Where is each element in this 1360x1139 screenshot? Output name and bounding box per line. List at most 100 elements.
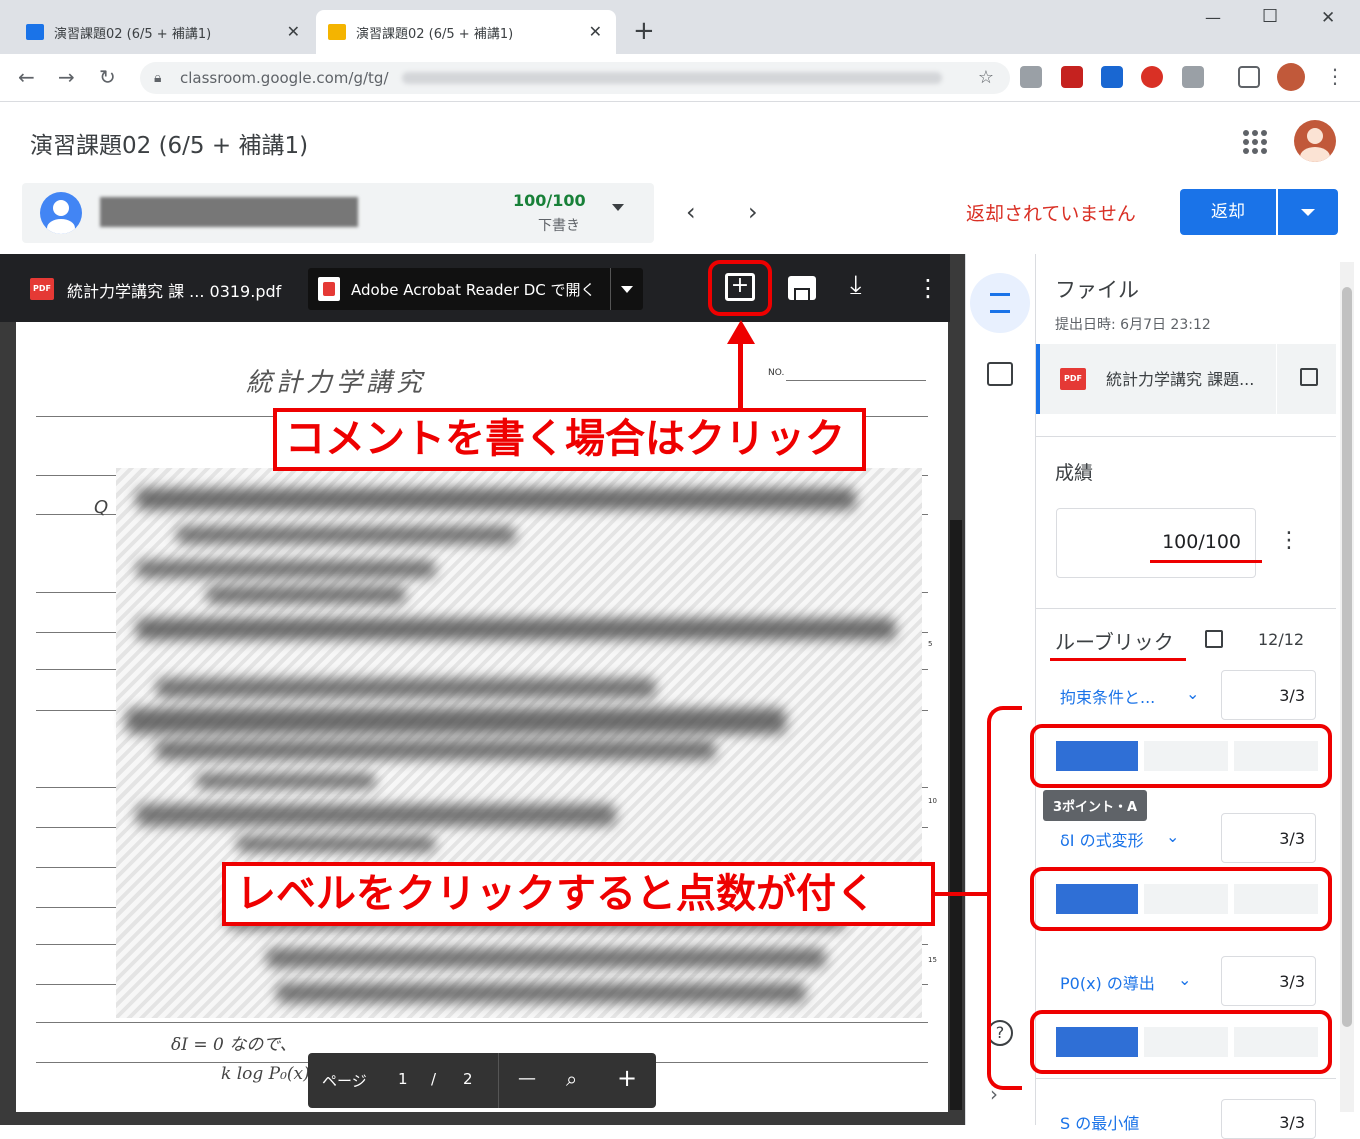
chevron-down-icon <box>1301 209 1315 216</box>
security-extension-icon[interactable] <box>1101 66 1123 88</box>
previous-student-icon[interactable]: ‹ <box>686 198 696 226</box>
close-tab-icon[interactable]: ✕ <box>287 22 300 41</box>
chevron-down-icon[interactable]: ⌄ <box>1166 827 1179 846</box>
chevron-down-icon[interactable] <box>621 286 633 293</box>
browser-tab-2-active[interactable]: 演習課題02 (6/5 + 補講1) ✕ <box>316 10 616 54</box>
level-callout: レベルをクリックすると点数が付く <box>222 862 935 926</box>
grade-menu-icon[interactable]: ⋮ <box>1278 528 1300 553</box>
page-title: 演習課題02 (6/5 + 補講1) <box>30 133 309 159</box>
blurred-handwriting <box>116 468 922 1018</box>
classroom-favicon-icon <box>328 24 346 40</box>
apps-grid-icon[interactable] <box>1243 130 1267 154</box>
grade-input[interactable]: 100/100 <box>1056 508 1256 578</box>
level-row-highlight <box>1030 724 1332 788</box>
reload-icon[interactable]: ↻ <box>99 65 116 89</box>
draft-score: 100/100 <box>513 191 586 210</box>
close-tab-icon[interactable]: ✕ <box>589 22 602 41</box>
lock-icon: 🔒︎ <box>154 70 162 86</box>
criterion-score[interactable]: 3/3 <box>1221 670 1316 720</box>
criterion-score[interactable]: 3/3 <box>1221 1099 1316 1139</box>
rubric-total: 12/12 <box>1258 630 1305 649</box>
file-heading: ファイル <box>1055 278 1139 302</box>
more-options-icon[interactable]: ⋮ <box>916 274 940 302</box>
open-with-label: Adobe Acrobat Reader DC で開く <box>351 281 596 299</box>
criterion-name[interactable]: S の最小値 <box>1060 1110 1139 1134</box>
print-icon[interactable] <box>788 276 816 300</box>
chevron-down-icon[interactable]: ⌄ <box>1186 684 1199 703</box>
download-icon[interactable]: ⤓ <box>850 270 862 301</box>
back-icon[interactable]: ← <box>18 65 35 89</box>
arrow-head-icon <box>727 320 755 344</box>
level-tooltip: 3ポイント・A <box>1043 790 1148 821</box>
student-dropdown-icon[interactable] <box>612 204 624 211</box>
comment-callout: コメントを書く場合はクリック <box>273 408 866 471</box>
pdf-file-icon: PDF <box>30 278 54 300</box>
chevron-down-icon[interactable]: ⌄ <box>1178 970 1191 989</box>
cast-icon[interactable] <box>1238 66 1260 88</box>
comment-button-highlight <box>708 260 772 316</box>
no-label: NO. <box>768 368 785 378</box>
handwritten-formula: k log P₀(x) <box>221 1064 310 1084</box>
level-row-highlight <box>1030 1010 1332 1074</box>
files-tab[interactable] <box>970 273 1030 333</box>
tab-title: 演習課題02 (6/5 + 補講1) <box>54 26 212 42</box>
minimize-icon[interactable]: — <box>1205 8 1221 27</box>
attached-file[interactable]: PDF 統計力学講究 課題... <box>1036 344 1336 414</box>
criterion-name[interactable]: 拘束条件と... <box>1060 684 1155 708</box>
attached-file-name: 統計力学講究 課題... <box>1106 370 1255 389</box>
level-bracket <box>987 706 1022 1090</box>
page-total: 2 <box>463 1070 473 1088</box>
page-current[interactable]: 1 <box>398 1070 408 1088</box>
viewer-scrollbar[interactable] <box>950 520 962 1110</box>
draft-label: 下書き <box>538 218 580 234</box>
page-separator: / <box>431 1070 437 1088</box>
handwritten-note: δI = 0 なので、 <box>171 1035 297 1055</box>
blurred-student-name <box>100 197 358 227</box>
callout-connector <box>935 892 990 896</box>
side-scrollbar[interactable] <box>1340 262 1354 1112</box>
return-button[interactable]: 返却 <box>1180 189 1276 235</box>
trend-extension-icon[interactable] <box>1141 66 1163 88</box>
assignment-icon <box>990 293 1010 313</box>
classroom-favicon-icon <box>26 24 44 40</box>
zoom-fit-icon[interactable]: ⌕ <box>566 1067 577 1091</box>
open-external-icon[interactable] <box>1300 368 1318 386</box>
star-icon[interactable]: ☆ <box>978 62 994 94</box>
drive-extension-icon[interactable] <box>1020 66 1042 88</box>
zoom-in-button[interactable]: + <box>617 1064 637 1092</box>
comments-tab-icon[interactable] <box>987 362 1013 386</box>
close-window-icon[interactable]: ✕ <box>1321 8 1335 28</box>
arrow-shaft <box>738 340 743 410</box>
blurred-url <box>402 72 942 84</box>
pdf-file-icon: PDF <box>1060 368 1086 390</box>
criterion-name[interactable]: P0(x) の導出 <box>1060 970 1155 994</box>
browser-tab-1[interactable]: 演習課題02 (6/5 + 補講1) ✕ <box>14 10 314 54</box>
account-avatar[interactable] <box>1294 120 1336 162</box>
acrobat-extension-icon[interactable] <box>1061 66 1083 88</box>
margin-number: 5 <box>928 640 933 648</box>
feedback-extension-icon[interactable] <box>1182 66 1204 88</box>
zoom-out-button[interactable]: — <box>518 1068 536 1089</box>
not-returned-status: 返却されていません <box>966 203 1136 225</box>
return-options-button[interactable] <box>1278 189 1338 235</box>
criterion-name[interactable]: δI の式変形 <box>1060 827 1144 851</box>
forward-icon[interactable]: → <box>58 65 75 89</box>
page-label: ページ <box>322 1072 367 1090</box>
address-bar[interactable]: 🔒︎ classroom.google.com/g/tg/ ☆ <box>140 62 1010 94</box>
acrobat-icon <box>318 277 340 301</box>
rubric-underline-annotation <box>1050 658 1186 661</box>
open-with-button[interactable]: Adobe Acrobat Reader DC で開く <box>308 268 643 310</box>
profile-avatar[interactable] <box>1277 63 1305 91</box>
criterion-score[interactable]: 3/3 <box>1221 956 1316 1006</box>
level-row-highlight <box>1030 867 1332 931</box>
criterion-score[interactable]: 3/3 <box>1221 813 1316 863</box>
open-rubric-icon[interactable] <box>1205 630 1223 648</box>
pdf-filename: 統計力学講究 課 ... 0319.pdf <box>67 282 282 301</box>
tab-title: 演習課題02 (6/5 + 補講1) <box>356 26 514 42</box>
student-avatar <box>40 192 82 234</box>
browser-menu-icon[interactable]: ⋮ <box>1325 64 1345 88</box>
maximize-icon[interactable]: ☐ <box>1262 6 1278 27</box>
new-tab-button[interactable]: + <box>633 16 655 46</box>
grade-underline-annotation <box>1150 560 1262 563</box>
next-student-icon[interactable]: › <box>748 198 758 226</box>
